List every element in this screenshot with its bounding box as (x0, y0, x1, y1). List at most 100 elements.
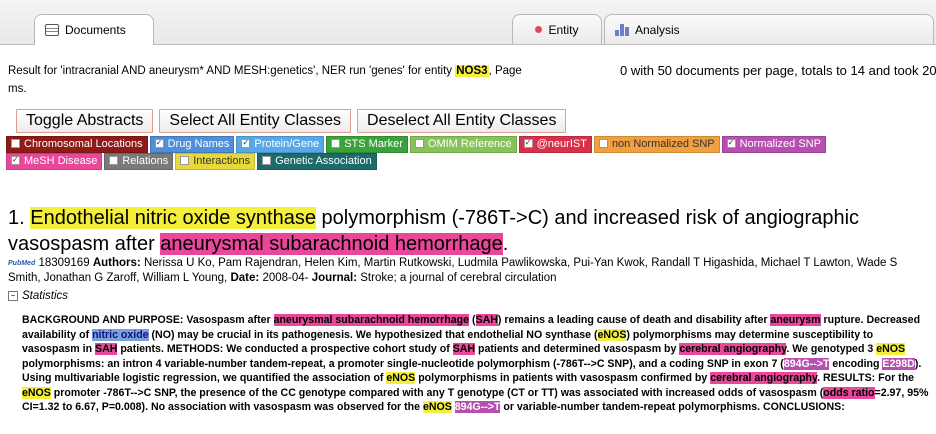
highlighted-entity[interactable]: eNOS (876, 343, 906, 355)
legend-chip-label: non Normalized SNP (611, 138, 715, 150)
checkbox-icon[interactable] (154, 135, 164, 150)
highlighted-entity[interactable]: SAH (95, 343, 118, 355)
result-entity: NOS3 (455, 65, 489, 77)
legend-chip-label: Interactions (193, 155, 251, 167)
journal: Stroke; a journal of cerebral circulatio… (360, 272, 557, 284)
tab-documents[interactable]: Documents (34, 14, 154, 45)
legend-chip-label: Protein/Gene (254, 138, 320, 150)
tab-entity[interactable]: Entity (512, 14, 602, 44)
result-prefix: Result for 'intracranial AND aneurysm* A… (8, 65, 456, 77)
legend-chip-label: Genetic Association (275, 155, 372, 167)
tab-analysis[interactable]: Analysis (604, 14, 934, 44)
title-highlight-gene: Endothelial nitric oxide synthase (30, 207, 316, 229)
legend-chip[interactable]: @neurIST (518, 135, 592, 153)
abstract-segment: BACKGROUND AND PURPOSE: Vasospasm after (22, 314, 274, 326)
checkbox-icon[interactable] (11, 152, 20, 167)
date: 2008-04- (262, 272, 309, 284)
legend-chip[interactable]: Genetic Association (257, 153, 377, 170)
date-label: Date: (230, 272, 260, 284)
checkbox-icon[interactable] (109, 155, 119, 165)
legend-chip-label: @neurIST (536, 138, 587, 150)
title-highlight-disease: aneurysmal subarachnoid hemorrhage (160, 233, 503, 255)
legend-chip[interactable]: Drug Names (149, 135, 235, 153)
abstract-segment: patients and determined vasospasm by (475, 343, 680, 355)
article-number: 1. (8, 207, 25, 229)
bar-chart-icon (615, 23, 629, 36)
highlighted-entity[interactable]: 894G-->T (783, 357, 830, 370)
highlighted-entity[interactable]: eNOS (597, 328, 627, 341)
checkbox-icon[interactable] (241, 135, 251, 150)
abstract-text: BACKGROUND AND PURPOSE: Vasospasm after … (22, 313, 930, 415)
checkbox-icon[interactable] (11, 138, 20, 148)
statistics-toggle[interactable]: − Statistics (8, 290, 68, 302)
tab-analysis-label: Analysis (635, 22, 680, 37)
legend-chip[interactable]: STS Marker (326, 136, 408, 153)
abstract-segment: polymorphisms: an intron 4 variable-numb… (22, 357, 784, 370)
highlighted-entity[interactable]: aneurysmal subarachnoid hemorrhage (273, 314, 470, 326)
abstract-segment: patients. METHODS: We conducted a prospe… (117, 343, 453, 355)
checkbox-icon[interactable] (523, 135, 533, 150)
result-right: 0 with 50 documents per page, totals to … (620, 63, 936, 78)
legend-chip-label: STS Marker (344, 138, 403, 150)
legend-chip[interactable]: MeSH Disease (6, 152, 103, 170)
highlighted-entity[interactable]: aneurysm (770, 314, 821, 326)
statistics-label: Statistics (22, 290, 69, 302)
legend-chip[interactable]: non Normalized SNP (593, 136, 720, 153)
tab-bar: Documents Entity Analysis (0, 0, 936, 45)
legend-chip[interactable]: OMIM Reference (409, 136, 517, 153)
legend-chip-label: Drug Names (167, 138, 230, 150)
result-suffix: , Page (488, 65, 522, 77)
highlighted-entity[interactable]: eNOS (22, 386, 51, 399)
legend-chip[interactable]: Chromosomal Locations (6, 136, 148, 153)
legend-chip-label: OMIM Reference (427, 138, 512, 150)
journal-label: Journal: (311, 272, 358, 284)
tab-documents-label: Documents (65, 23, 126, 37)
checkbox-icon[interactable] (331, 138, 341, 148)
legend-chip[interactable]: Protein/Gene (236, 135, 325, 153)
highlighted-entity[interactable]: SAH (475, 314, 498, 326)
legend-chip-label: Relations (122, 155, 169, 167)
highlighted-entity[interactable]: E298D (882, 357, 915, 370)
deselect-all-button[interactable]: Deselect All Entity Classes (357, 109, 567, 133)
toggle-abstracts-button[interactable]: Toggle Abstracts (16, 109, 154, 133)
abstract-segment: promoter -786T-->C SNP, the presence of … (50, 386, 824, 399)
legend-row-1: Chromosomal Locations Drug Names Protein/G… (6, 135, 936, 153)
highlighted-entity[interactable]: eNOS (386, 372, 416, 384)
legend-chip-label: Normalized SNP (739, 138, 821, 150)
button-row: Toggle Abstracts Select All Entity Class… (16, 109, 567, 133)
checkbox-icon[interactable] (726, 135, 736, 150)
abstract-segment: . RESULTS: For the (817, 372, 915, 384)
article-title[interactable]: 1. Endothelial nitric oxide synthase pol… (8, 205, 933, 257)
highlighted-entity[interactable]: eNOS (422, 401, 452, 413)
tab-entity-label: Entity (548, 22, 579, 37)
checkbox-icon[interactable] (598, 138, 608, 148)
abstract-segment: or variable-number tandem-repeat polymor… (500, 401, 845, 413)
highlighted-entity[interactable]: odds ratio (823, 386, 875, 399)
select-all-button[interactable]: Select All Entity Classes (159, 109, 352, 133)
highlighted-entity[interactable]: cerebral angiography (710, 372, 818, 384)
checkbox-icon[interactable] (414, 138, 424, 148)
legend-chip-label: Chromosomal Locations (24, 138, 143, 150)
abstract-segment: (NO) may be crucial in its pathogenesis.… (148, 328, 598, 341)
pubmed-logo-icon[interactable]: PubMed (8, 260, 35, 267)
highlighted-entity[interactable]: cerebral angiography (679, 343, 787, 355)
legend-chip[interactable]: Normalized SNP (721, 135, 826, 153)
highlighted-entity[interactable]: nitric oxide (92, 328, 149, 341)
abstract-segment: polymorphisms in patients with vasospasm… (415, 372, 711, 384)
abstract-segment: ) remains a leading cause of death and d… (497, 314, 771, 326)
highlighted-entity[interactable]: 894G-->T (454, 401, 501, 413)
checkbox-icon[interactable] (262, 155, 272, 165)
document-icon (45, 24, 59, 36)
legend-chip[interactable]: Interactions (175, 153, 256, 170)
legend-chip-label: MeSH Disease (24, 155, 98, 167)
result-tail: ms. (8, 83, 27, 95)
highlighted-entity[interactable]: SAH (452, 343, 476, 355)
abstract-segment: ( (469, 314, 476, 326)
checkbox-icon[interactable] (180, 155, 190, 165)
legend-chip[interactable]: Relations (104, 153, 174, 170)
title-end: . (502, 233, 509, 255)
legend-row-2: MeSH Disease Relations Interactions Genetic… (6, 152, 936, 170)
abstract-segment: . We genotyped 3 (786, 343, 877, 355)
entity-dot-icon (535, 26, 543, 33)
article-meta: PubMed 18309169 Authors: Nerissa U Ko, P… (8, 256, 933, 286)
